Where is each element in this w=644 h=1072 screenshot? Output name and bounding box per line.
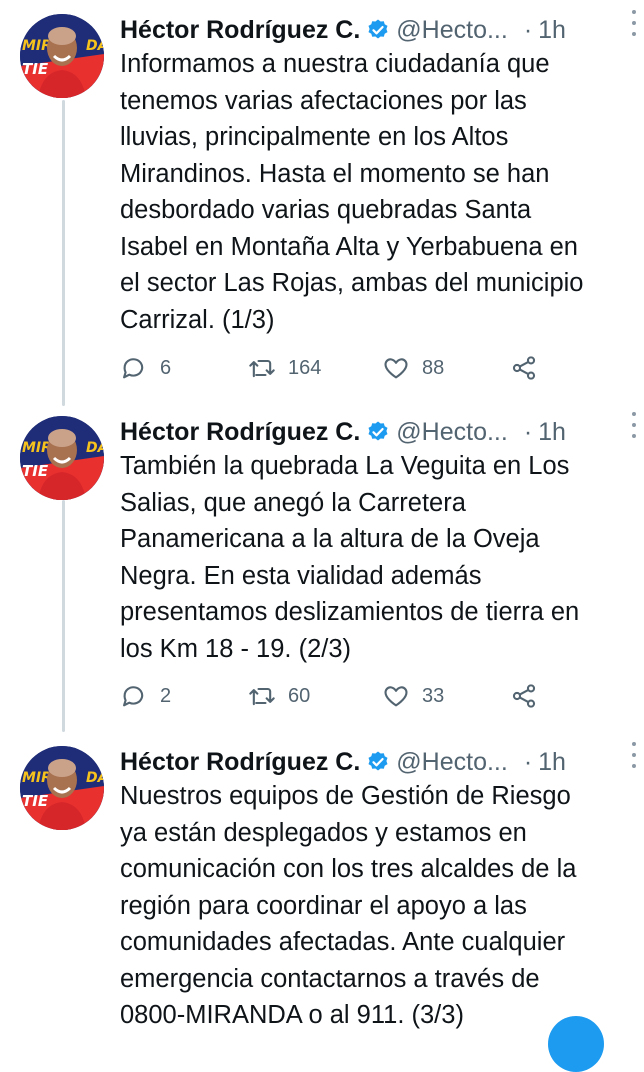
retweet-icon <box>249 359 275 378</box>
tweet-text-line: Carrizal. (1/3) <box>120 305 275 334</box>
tweet-text-line: Nuestros equipos de Gestión de Riesgo <box>120 782 571 810</box>
tweet-text-line: Panamericana a la altura de la Oveja <box>120 525 540 553</box>
tweet-text-line: Informamos a nuestra ciudadanía que <box>120 50 550 78</box>
author-name[interactable]: Héctor Rodríguez C. <box>120 16 360 45</box>
tweet-text-line: Salias, que anegó la Carretera <box>120 488 466 517</box>
like-count: 33 <box>422 684 445 707</box>
tweet-text-line: tenemos varias afectaciones por las <box>120 86 527 115</box>
tweet-header: Héctor Rodríguez C. @Hecto... · 1h <box>120 10 634 50</box>
tweet-header: Héctor Rodríguez C. @Hecto... · 1h <box>120 742 634 782</box>
svg-text:TIE: TIE <box>22 462 49 480</box>
tweet-text-line: desbordado varias quebradas Santa <box>120 196 532 224</box>
tweet[interactable]: MIR DA TIE Héctor Rodríguez C. @Hecto...… <box>0 732 644 1029</box>
tweet-text: Informamos a nuestra ciudadanía que tene… <box>120 46 630 338</box>
tweet-text-line: Mirandinos. Hasta el momento se han <box>120 159 550 188</box>
retweet-count: 164 <box>288 356 322 379</box>
reply-icon <box>123 686 144 707</box>
reply-icon <box>123 358 144 379</box>
svg-text:DA: DA <box>86 770 104 786</box>
tweet-text-line: el sector Las Rojas, ambas del municipio <box>120 269 584 297</box>
author-handle[interactable]: @Hecto... <box>396 16 508 45</box>
tweet-text-line: región para coordinar el apoyo a las <box>120 891 527 920</box>
avatar[interactable]: MIR DA TIE <box>20 416 104 500</box>
like-button[interactable]: 33 <box>382 680 444 712</box>
author-name[interactable]: Héctor Rodríguez C. <box>120 418 360 447</box>
more-options-icon[interactable] <box>628 10 640 36</box>
tweet-text-line: comunidades afectadas. Ante cualquier <box>120 928 566 956</box>
svg-text:DA: DA <box>86 38 104 54</box>
avatar[interactable]: MIR DA TIE <box>20 14 104 98</box>
reply-count: 2 <box>160 684 172 707</box>
tweet-text-line: ya están desplegados y estamos en <box>120 818 527 847</box>
verified-badge-icon <box>368 19 388 39</box>
retweet-count: 60 <box>288 684 311 707</box>
heart-icon <box>384 686 408 707</box>
reply-count: 6 <box>160 356 172 379</box>
verified-badge-icon <box>368 421 388 441</box>
reply-button[interactable]: 2 <box>120 680 171 712</box>
timestamp[interactable]: 1h <box>538 418 566 447</box>
avatar[interactable]: MIR DA TIE <box>20 746 104 830</box>
share-button[interactable] <box>510 680 538 712</box>
separator-dot: · <box>523 15 533 44</box>
timestamp[interactable]: 1h <box>538 16 566 45</box>
tweet-text-line: emergencia contactarnos a través de <box>120 964 540 993</box>
tweet-text-line: lluvias, principalmente en los Altos <box>120 123 509 151</box>
retweet-button[interactable]: 164 <box>248 352 321 384</box>
author-handle[interactable]: @Hecto... <box>396 418 508 447</box>
retweet-icon <box>249 687 275 706</box>
tweet-text-line: presentamos deslizamientos de tierra en <box>120 598 580 626</box>
like-count: 88 <box>422 356 445 379</box>
tweet-text: Nuestros equipos de Gestión de Riesgo ya… <box>120 778 630 1034</box>
tweet-text-line: los Km 18 - 19. (2/3) <box>120 634 352 663</box>
reply-button[interactable]: 6 <box>120 352 171 384</box>
svg-text:TIE: TIE <box>22 792 49 810</box>
share-button[interactable] <box>510 352 538 384</box>
tweet-header: Héctor Rodríguez C. @Hecto... · 1h <box>120 412 634 452</box>
svg-text:DA: DA <box>86 440 104 456</box>
timestamp[interactable]: 1h <box>538 748 566 777</box>
more-options-icon[interactable] <box>628 412 640 438</box>
svg-text:TIE: TIE <box>22 60 49 78</box>
tweet-text: También la quebrada La Veguita en Los Sa… <box>120 448 630 667</box>
tweet-actions: 2 60 33 <box>120 680 620 712</box>
tweet[interactable]: MIR DA TIE Héctor Rodríguez C. @Hecto...… <box>0 402 644 732</box>
tweet-actions: 6 164 88 <box>120 352 620 384</box>
separator-dot: · <box>523 417 533 446</box>
author-handle[interactable]: @Hecto... <box>396 748 508 777</box>
verified-badge-icon <box>368 751 388 771</box>
heart-icon <box>384 358 408 379</box>
share-icon <box>512 356 536 380</box>
tweet-text-line: Negra. En esta vialidad además <box>120 561 482 590</box>
author-name[interactable]: Héctor Rodríguez C. <box>120 748 360 777</box>
retweet-button[interactable]: 60 <box>248 680 310 712</box>
separator-dot: · <box>523 747 533 776</box>
compose-tweet-button[interactable] <box>548 1016 604 1072</box>
tweet[interactable]: MIR DA TIE Héctor Rodríguez C. @Hecto...… <box>0 0 644 400</box>
share-icon <box>512 684 536 708</box>
tweet-text-line: Isabel en Montaña Alta y Yerbabuena en <box>120 232 578 261</box>
tweet-text-line: También la quebrada La Veguita en Los <box>120 452 570 480</box>
tweet-text-line: comunicación con los tres alcaldes de la <box>120 855 577 883</box>
more-options-icon[interactable] <box>628 742 640 768</box>
like-button[interactable]: 88 <box>382 352 444 384</box>
